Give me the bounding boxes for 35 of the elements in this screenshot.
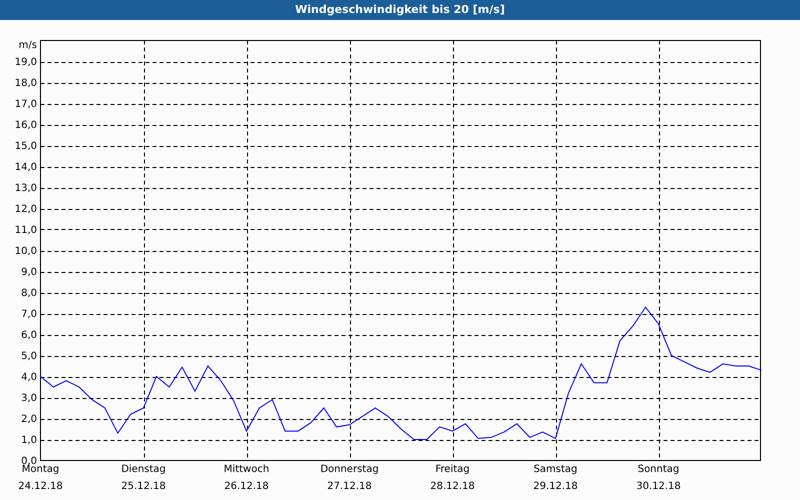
day-label: Dienstag — [121, 464, 166, 475]
day-label: Sonntag — [638, 464, 680, 475]
date-label: 24.12.18 — [18, 481, 63, 492]
y-tick-label: 8,0 — [21, 288, 37, 299]
y-tick-label: 3,0 — [21, 393, 37, 404]
y-tick-label: 6,0 — [21, 330, 37, 341]
window-title: Windgeschwindigkeit bis 20 [m/s] — [295, 2, 505, 18]
y-tick-label: 15,0 — [14, 141, 37, 152]
y-tick-label: 10,0 — [14, 246, 37, 257]
date-label: 30.12.18 — [636, 481, 681, 492]
y-tick-label: 11,0 — [14, 225, 37, 236]
y-tick-label: 1,0 — [21, 435, 37, 446]
day-label: Freitag — [435, 464, 470, 475]
y-tick-label: 13,0 — [14, 183, 37, 194]
y-tick-label: 14,0 — [14, 162, 37, 173]
y-tick-label: 18,0 — [14, 78, 37, 89]
day-label: Samstag — [534, 464, 578, 475]
day-label: Mittwoch — [224, 464, 270, 475]
y-tick-label: 2,0 — [21, 414, 37, 425]
y-tick-label: 17,0 — [14, 99, 37, 110]
day-label: Donnerstag — [320, 464, 379, 475]
date-label: 29.12.18 — [533, 481, 578, 492]
y-axis-unit: m/s — [18, 40, 37, 51]
date-label: 25.12.18 — [121, 481, 166, 492]
y-tick-label: 5,0 — [21, 351, 37, 362]
y-tick-label: 19,0 — [14, 57, 37, 68]
day-label: Montag — [22, 464, 60, 475]
y-tick-label: 4,0 — [21, 372, 37, 383]
y-tick-label: 9,0 — [21, 267, 37, 278]
y-tick-label: 12,0 — [14, 204, 37, 215]
date-label: 28.12.18 — [430, 481, 475, 492]
y-tick-label: 16,0 — [14, 120, 37, 131]
date-label: 27.12.18 — [327, 481, 372, 492]
y-tick-label: 7,0 — [21, 309, 37, 320]
date-label: 26.12.18 — [224, 481, 269, 492]
